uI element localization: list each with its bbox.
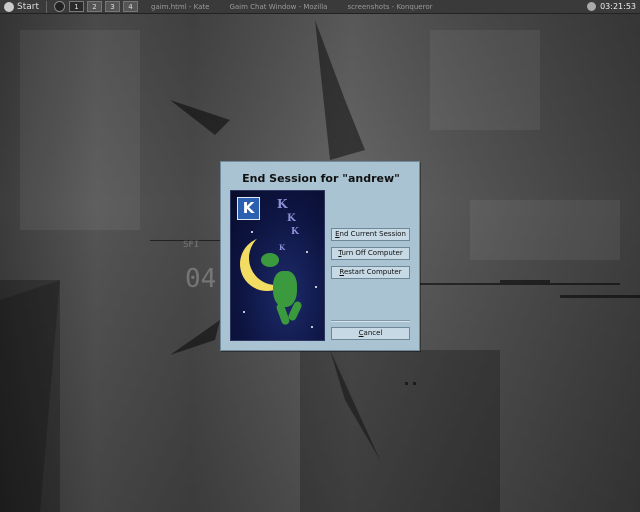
star: [251, 231, 253, 233]
taskbar-separator: [46, 0, 47, 13]
dragon-head: [261, 253, 279, 267]
button-label: ancel: [363, 329, 383, 337]
dialog-separator: [331, 320, 410, 322]
button-label: estart Computer: [343, 268, 402, 276]
taskbar-task-konqueror[interactable]: screenshots - Konqueror: [337, 3, 442, 11]
restart-computer-button[interactable]: Restart Computer: [331, 266, 410, 279]
clock[interactable]: 03:21:53: [600, 2, 636, 11]
desktop-2-button[interactable]: 2: [87, 1, 102, 12]
dialog-title: End Session for "andrew": [242, 172, 400, 185]
button-label: nd Current Session: [339, 230, 406, 238]
button-label: urn Off Computer: [341, 249, 403, 257]
star: [315, 286, 317, 288]
cancel-button[interactable]: Cancel: [331, 327, 410, 340]
wallpaper-text: 04: [185, 264, 217, 294]
turn-off-computer-button[interactable]: Turn Off Computer: [331, 247, 410, 260]
desktop-1-button[interactable]: 1: [69, 1, 84, 12]
desktop-4-button[interactable]: 4: [123, 1, 138, 12]
star: [311, 326, 313, 328]
dragon-body: [273, 271, 297, 307]
star: [306, 251, 308, 253]
star: [243, 311, 245, 313]
kde-sleeping-dragon-image: K K K K K: [230, 190, 325, 341]
start-label: Start: [17, 1, 39, 12]
wallpaper-text: SFI: [183, 240, 200, 250]
show-desktop-icon[interactable]: [54, 1, 65, 12]
sleep-glyph: K: [287, 213, 296, 224]
taskbar-task-kate[interactable]: gaim.html - Kate: [141, 3, 219, 11]
taskbar: Start 1 2 3 4 gaim.html - Kate Gaim Chat…: [0, 0, 640, 14]
system-tray: 03:21:53: [587, 2, 640, 11]
end-session-dialog: End Session for "andrew" K K K K K End C…: [220, 161, 420, 351]
sleep-glyph: K: [277, 197, 288, 211]
kde-menu-icon: [4, 1, 14, 12]
kde-logo-icon: K: [237, 197, 260, 220]
taskbar-task-mozilla[interactable]: Gaim Chat Window - Mozilla: [219, 3, 337, 11]
desktop-3-button[interactable]: 3: [105, 1, 120, 12]
start-button[interactable]: Start: [0, 0, 43, 14]
tray-icon[interactable]: [587, 2, 597, 11]
end-current-session-button[interactable]: End Current Session: [331, 228, 410, 241]
